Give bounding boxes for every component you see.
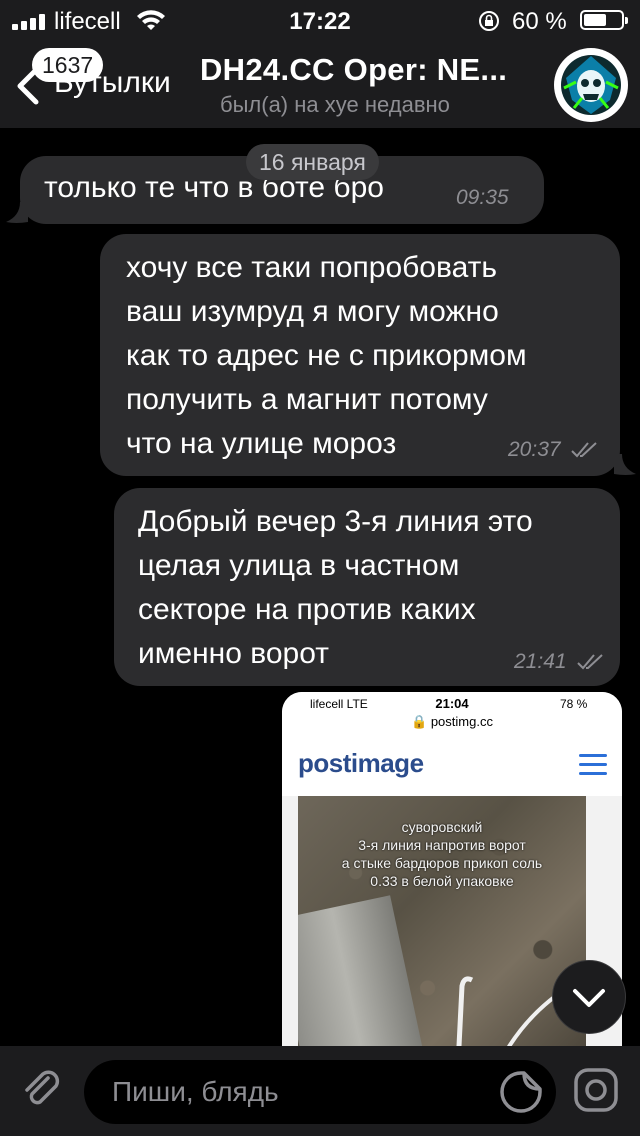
curb-stone [298, 895, 424, 1046]
embedded-status-bar: lifecell LTE 21:04 78 % [282, 692, 622, 716]
message-meta: 20:37 [508, 438, 600, 462]
location-photo: суворовский 3-я линия напротив ворот а с… [298, 796, 586, 1046]
camera-icon[interactable] [572, 1066, 620, 1114]
battery-percent: 60 % [512, 8, 567, 35]
unread-count-badge[interactable]: 1637 [32, 48, 104, 82]
scroll-to-bottom-button[interactable] [552, 960, 626, 1034]
message-text: хочу все таки попробовать ваш изумруд я … [126, 251, 527, 460]
postimage-logo: postimage [298, 748, 424, 778]
rotation-lock-icon [479, 11, 499, 31]
message-input-placeholder: Пиши, блядь [112, 1076, 279, 1107]
paperclip-icon[interactable] [18, 1066, 66, 1114]
date-separator: 16 января [246, 144, 379, 180]
chat-title[interactable]: DH24.CC Oper: NE... [200, 52, 507, 88]
embedded-battery: 78 % [560, 697, 588, 711]
sticker-icon[interactable] [498, 1069, 544, 1115]
outgoing-message[interactable]: Добрый вечер 3-я линия это целая улица в… [114, 488, 620, 686]
message-text: Добрый вечер 3-я линия это целая улица в… [138, 505, 533, 670]
message-meta: 21:41 [514, 650, 606, 674]
outgoing-message[interactable]: хочу все таки попробовать ваш изумруд я … [100, 234, 620, 476]
double-check-icon [577, 654, 604, 670]
composer-bar: Пиши, блядь [0, 1046, 640, 1136]
status-bar: lifecell 17:22 60 % [0, 0, 640, 40]
group-avatar-icon [555, 49, 627, 121]
hamburger-menu-icon [579, 754, 607, 776]
photo-caption: суворовский 3-я линия напротив ворот а с… [341, 819, 543, 889]
message-time: 20:37 [508, 438, 561, 461]
lock-icon: 🔒 [411, 714, 428, 729]
message-list[interactable]: 16 января только те что в боте бро 09:35… [0, 128, 640, 1046]
chat-avatar[interactable] [554, 48, 628, 122]
double-check-icon [571, 442, 598, 458]
chat-header: 1637 Бутылки DH24.CC Oper: NE... был(а) … [0, 40, 640, 128]
chat-status: был(а) на хуе недавно [220, 92, 450, 117]
message-input[interactable]: Пиши, блядь [84, 1060, 556, 1124]
embedded-url: 🔒 postimg.cc [282, 714, 622, 730]
message-time: 21:41 [514, 650, 567, 673]
message-time: 09:35 [456, 186, 509, 209]
battery-icon [580, 10, 628, 30]
embedded-url-text: postimg.cc [430, 714, 493, 729]
chevron-down-icon [573, 989, 605, 1007]
bubble-tail [614, 454, 636, 475]
embedded-site-header: postimage [282, 736, 622, 797]
bubble-tail [6, 202, 28, 223]
